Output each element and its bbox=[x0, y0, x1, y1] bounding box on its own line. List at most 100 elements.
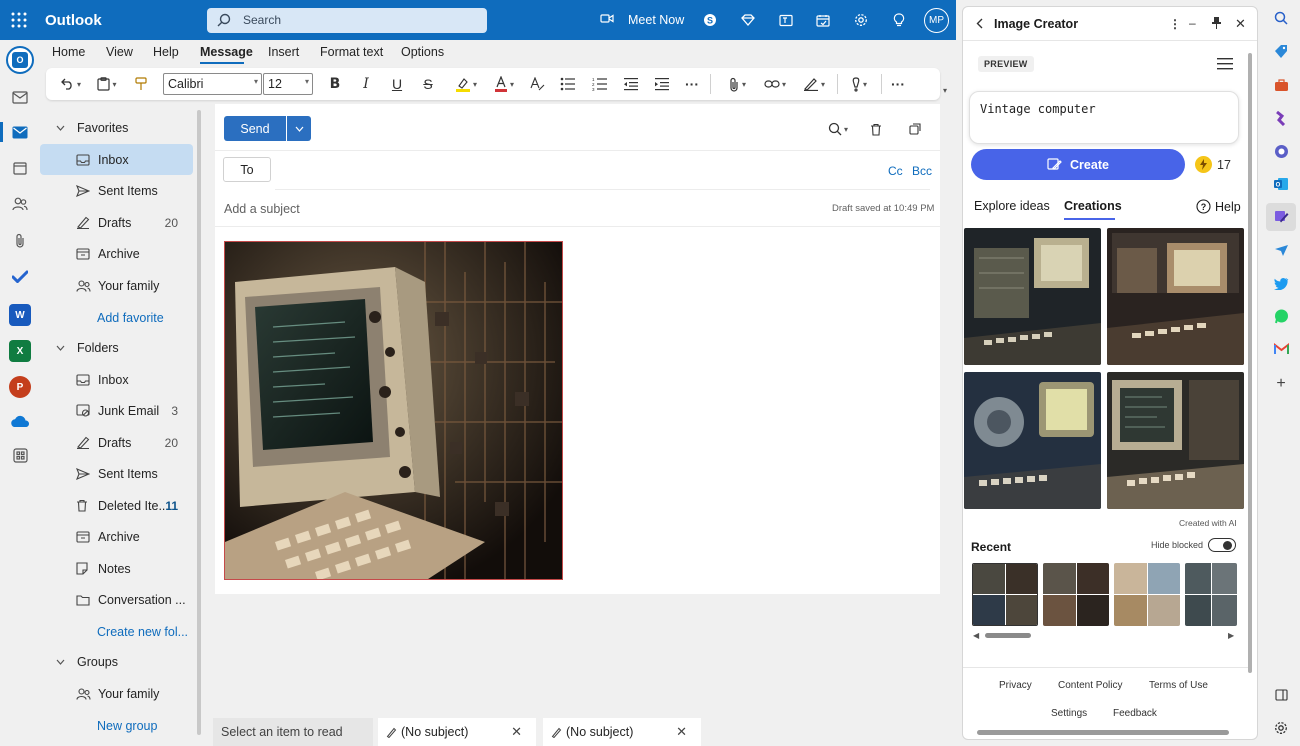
feedback-link[interactable]: Feedback bbox=[1113, 708, 1157, 719]
discard-trash-icon[interactable] bbox=[868, 121, 884, 137]
folder-sent-items[interactable]: Sent Items bbox=[40, 458, 193, 489]
font-size-select[interactable]: 12 ▾ bbox=[263, 73, 313, 95]
importance-button[interactable]: ▾ bbox=[844, 74, 874, 94]
subject-field[interactable]: Add a subject bbox=[224, 202, 300, 216]
generated-image-2[interactable] bbox=[1107, 228, 1244, 365]
favorite-your-family[interactable]: Your family bbox=[40, 270, 193, 301]
create-new-folder-link[interactable]: Create new fol... bbox=[97, 625, 188, 639]
settings-gear-icon[interactable] bbox=[850, 10, 872, 30]
onedrive-icon[interactable] bbox=[9, 413, 31, 429]
tools-briefcase-icon[interactable] bbox=[1272, 76, 1290, 94]
send-options-chevron-icon[interactable] bbox=[287, 116, 311, 141]
signature-button[interactable]: ▾ bbox=[798, 74, 830, 94]
folder-junk-email[interactable]: Junk Email 3 bbox=[40, 395, 193, 426]
bold-icon[interactable]: B bbox=[326, 74, 344, 94]
skype-icon[interactable]: S bbox=[699, 10, 721, 30]
avatar[interactable]: MP bbox=[924, 8, 949, 33]
more-vertical-icon[interactable]: ⋮ bbox=[1169, 17, 1181, 31]
increase-indent-icon[interactable] bbox=[651, 74, 673, 94]
privacy-link[interactable]: Privacy bbox=[999, 680, 1032, 691]
shopping-tag-icon[interactable] bbox=[1272, 43, 1290, 61]
generated-image-3[interactable] bbox=[964, 372, 1101, 509]
tab-format-text[interactable]: Format text bbox=[320, 45, 383, 59]
image-creator-icon[interactable] bbox=[1272, 208, 1290, 226]
people-icon[interactable] bbox=[11, 196, 29, 212]
minimize-icon[interactable]: – bbox=[1189, 16, 1196, 30]
tab-view[interactable]: View bbox=[106, 45, 133, 59]
folder-notes[interactable]: Notes bbox=[40, 553, 193, 584]
zoom-icon[interactable]: ▾ bbox=[825, 121, 851, 137]
font-name-select[interactable]: Calibri ▾ bbox=[163, 73, 262, 95]
inserted-image[interactable] bbox=[224, 241, 563, 580]
more-formatting-icon[interactable]: ··· bbox=[682, 74, 702, 94]
calendar-icon[interactable] bbox=[11, 160, 29, 176]
folder-conversation-history[interactable]: Conversation ... bbox=[40, 584, 193, 615]
settings-link[interactable]: Settings bbox=[1051, 708, 1087, 719]
whatsapp-icon[interactable] bbox=[1272, 307, 1290, 325]
tab-home[interactable]: Home bbox=[52, 45, 85, 59]
to-button[interactable]: To bbox=[223, 157, 271, 182]
collapse-ribbon-icon[interactable]: ▾ bbox=[943, 86, 947, 95]
twitter-icon[interactable] bbox=[1272, 274, 1290, 292]
favorite-drafts[interactable]: Drafts 20 bbox=[40, 207, 193, 238]
text-effects-icon[interactable] bbox=[526, 74, 548, 94]
generated-image-4[interactable] bbox=[1107, 372, 1244, 509]
scroll-left-icon[interactable]: ◀ bbox=[973, 631, 979, 640]
folder-drafts[interactable]: Drafts 20 bbox=[40, 427, 193, 458]
to-field[interactable] bbox=[275, 162, 875, 180]
close-icon[interactable]: ✕ bbox=[1235, 16, 1246, 32]
more-apps-icon[interactable] bbox=[11, 446, 29, 464]
recent-thumbnail-4[interactable] bbox=[1185, 563, 1237, 626]
select-item-tab[interactable]: Select an item to read bbox=[213, 718, 373, 746]
send-button[interactable]: Send bbox=[224, 116, 286, 141]
favorite-sent-items[interactable]: Sent Items bbox=[40, 175, 193, 206]
app-launcher-icon[interactable] bbox=[8, 10, 30, 30]
numbering-icon[interactable]: 123 bbox=[589, 74, 611, 94]
folders-header[interactable]: Folders bbox=[56, 341, 119, 355]
folder-scrollbar[interactable] bbox=[197, 110, 201, 735]
powerpoint-icon[interactable]: P bbox=[9, 376, 31, 398]
gmail-icon[interactable] bbox=[1272, 340, 1290, 358]
folder-archive[interactable]: Archive bbox=[40, 521, 193, 552]
recent-thumbnail-1[interactable] bbox=[972, 563, 1038, 626]
bullets-icon[interactable] bbox=[557, 74, 579, 94]
sidebar-toggle-icon[interactable] bbox=[1272, 686, 1290, 704]
mail-icon[interactable] bbox=[11, 124, 29, 140]
app-title[interactable]: Outlook bbox=[45, 12, 102, 29]
strikethrough-icon[interactable]: S bbox=[419, 74, 437, 94]
excel-icon[interactable]: X bbox=[9, 340, 31, 362]
todo-check-icon[interactable] bbox=[11, 268, 29, 284]
help-button[interactable]: ? Help bbox=[1196, 199, 1241, 214]
group-your-family[interactable]: Your family bbox=[40, 678, 193, 709]
games-icon[interactable] bbox=[1272, 109, 1290, 127]
folder-inbox[interactable]: Inbox bbox=[40, 364, 193, 395]
draft-tab-2[interactable]: (No subject) ✕ bbox=[543, 718, 701, 746]
generated-image-1[interactable] bbox=[964, 228, 1101, 365]
add-plus-icon[interactable]: + bbox=[1272, 375, 1290, 393]
tab-help[interactable]: Help bbox=[153, 45, 179, 59]
draft-tab-1[interactable]: (No subject) ✕ bbox=[378, 718, 536, 746]
terms-of-use-link[interactable]: Terms of Use bbox=[1149, 680, 1208, 691]
favorite-inbox[interactable]: Inbox bbox=[40, 144, 193, 175]
microsoft-365-icon[interactable] bbox=[1272, 142, 1290, 160]
underline-icon[interactable]: U bbox=[388, 74, 406, 94]
back-chevron-icon[interactable] bbox=[976, 18, 983, 29]
tab-insert[interactable]: Insert bbox=[268, 45, 299, 59]
attachment-icon[interactable] bbox=[11, 232, 29, 248]
undo-button[interactable]: ▾ bbox=[56, 74, 86, 94]
close-icon[interactable]: ✕ bbox=[676, 724, 687, 740]
word-icon[interactable]: W bbox=[9, 304, 31, 326]
link-button[interactable]: ▾ bbox=[760, 74, 790, 94]
pin-icon[interactable] bbox=[1212, 17, 1221, 29]
folder-deleted-items[interactable]: Deleted Ite... 11 bbox=[40, 490, 193, 521]
scroll-right-icon[interactable]: ▶ bbox=[1228, 631, 1234, 640]
font-color-button[interactable]: ▾ bbox=[488, 74, 520, 94]
tab-creations[interactable]: Creations bbox=[1064, 199, 1122, 213]
tab-explore-ideas[interactable]: Explore ideas bbox=[974, 199, 1050, 213]
prompt-input[interactable]: Vintage computer bbox=[969, 91, 1239, 144]
italic-icon[interactable]: I bbox=[357, 74, 375, 94]
send-paper-plane-icon[interactable] bbox=[1272, 241, 1290, 259]
outlook-icon[interactable]: O bbox=[1272, 175, 1290, 193]
search-icon[interactable] bbox=[1272, 9, 1290, 27]
groups-header[interactable]: Groups bbox=[56, 655, 118, 669]
